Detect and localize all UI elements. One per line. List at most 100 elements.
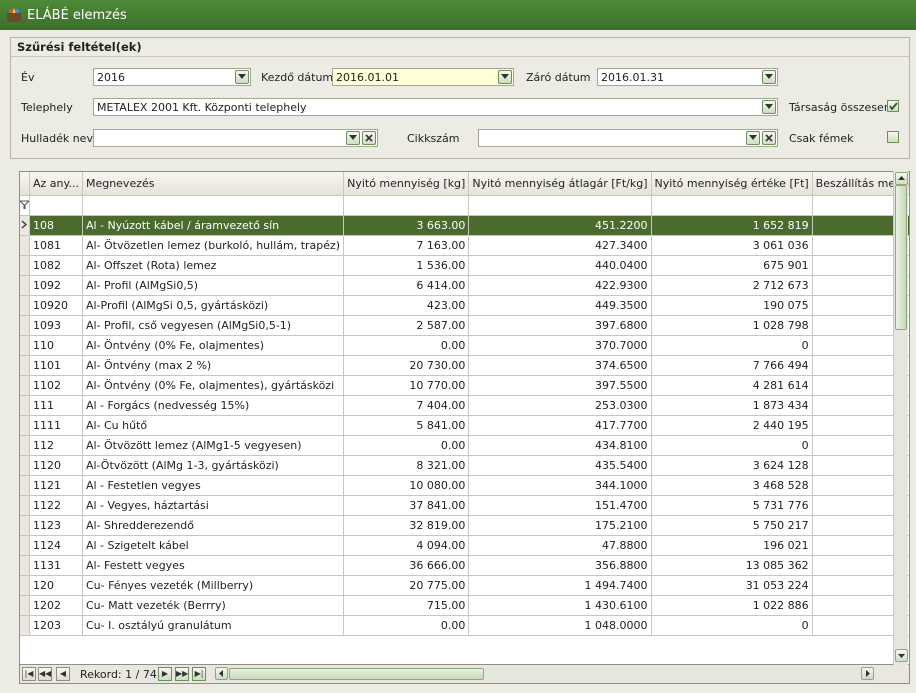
scroll-right-button[interactable] [861,667,874,680]
row-indicator[interactable] [20,435,30,456]
grid-cell[interactable]: Al - Forgács (nedvesség 15%) [82,395,345,416]
table-row[interactable]: 1102 Al- Öntvény (0% Fe, olajmentes), gyá… [20,375,909,396]
grid-cell[interactable]: 120 [29,575,83,596]
row-indicator[interactable] [20,615,30,636]
grid-cell[interactable]: 1082 [29,255,83,276]
grid-cell[interactable]: Al - Szigetelt kábel [82,535,345,556]
grid-cell[interactable]: 434.8100 [468,435,652,456]
grid-cell[interactable]: 1 536.00 [343,255,470,276]
grid-cell[interactable]: Cu- Matt vezeték (Berrry) [82,595,345,616]
grid-cell[interactable]: 675 901 [651,255,813,276]
grid-cell[interactable]: Al- Öntvény (0% Fe, olajmentes) [82,335,345,356]
hulladek-neve-combo[interactable] [93,129,378,147]
grid-cell[interactable]: 47.8800 [468,535,652,556]
grid-cell[interactable]: Al - Vegyes, háztartási [82,495,345,516]
filter-cell[interactable] [343,195,470,216]
grid-cell[interactable]: 1122 [29,495,83,516]
grid-cell[interactable]: 1124 [29,535,83,556]
row-indicator[interactable] [20,455,30,476]
table-row[interactable]: 10920 Al-Profil (AlMgSi 0,5, gyártásközi)… [20,295,909,316]
grid-cell[interactable]: 3 663.00 [343,215,470,236]
grid-cell[interactable]: 196 021 [651,535,813,556]
grid-cell[interactable]: 1131 [29,555,83,576]
grid-cell[interactable]: 10 080.00 [343,475,470,496]
grid-cell[interactable]: Al- Offszet (Rota) lemez [82,255,345,276]
grid-cell[interactable]: 5 731 776 [651,495,813,516]
kezdo-datum-dropdown-button[interactable] [498,70,512,84]
grid-cell[interactable]: 2 440 195 [651,415,813,436]
kezdo-datum-combo[interactable]: 2016.01.01 [332,68,514,86]
prev-record-button[interactable]: ◀ [56,667,70,681]
grid-cell[interactable]: 151.4700 [468,495,652,516]
grid-cell[interactable]: 0.00 [343,335,470,356]
grid-cell[interactable]: 36 666.00 [343,555,470,576]
ev-combo[interactable]: 2016 [93,68,251,86]
table-row[interactable]: 1081 Al- Ötvözetlen lemez (burkoló, hullá… [20,235,909,256]
grid-cell[interactable]: 356.8800 [468,555,652,576]
row-indicator[interactable] [20,375,30,396]
grid-cell[interactable]: 1081 [29,235,83,256]
row-indicator[interactable] [20,595,30,616]
row-indicator[interactable] [20,315,30,336]
column-header-nyito-atlagar[interactable]: Nyitó mennyiség átlagár [Ft/kg] [468,172,652,196]
last-record-button[interactable]: ▶| [192,667,206,681]
tarsasag-osszesen-checkbox[interactable] [887,100,899,112]
table-row[interactable]: 1203 Cu- I. osztályú granulátum 0.00 1 048.… [20,615,909,636]
row-indicator[interactable] [20,575,30,596]
table-row[interactable]: 1111 Al- Cu hűtő 5 841.00 417.7700 2 440 195… [20,415,909,436]
grid-cell[interactable]: 13 085 362 [651,555,813,576]
next-page-button[interactable]: ▶▶ [175,667,189,681]
horizontal-scroll-thumb[interactable] [229,668,484,680]
grid-cell[interactable]: 1093 [29,315,83,336]
grid-cell[interactable]: Al- Öntvény (max 2 %) [82,355,345,376]
grid-cell[interactable]: 1 494.7400 [468,575,652,596]
grid-cell[interactable]: Al-Ötvözött (AlMg 1-3, gyártásközi) [82,455,345,476]
grid-cell[interactable]: 37 841.00 [343,495,470,516]
grid-cell[interactable]: 1 022 886 [651,595,813,616]
grid-cell[interactable]: 3 468 528 [651,475,813,496]
grid-cell[interactable]: Al- Öntvény (0% Fe, olajmentes), gyártás… [82,375,345,396]
grid-cell[interactable]: 7 404.00 [343,395,470,416]
grid-cell[interactable]: Cu- Fényes vezeték (Millberry) [82,575,345,596]
grid-cell[interactable]: 7 766 494 [651,355,813,376]
grid-cell[interactable]: 5 841.00 [343,415,470,436]
grid-cell[interactable]: Al- Profil, cső vegyesen (AlMgSi0,5-1) [82,315,345,336]
grid-cell[interactable]: 1123 [29,515,83,536]
grid-cell[interactable]: 4 094.00 [343,535,470,556]
row-indicator[interactable] [20,495,30,516]
filter-cell[interactable] [468,195,652,216]
grid-cell[interactable]: 110 [29,335,83,356]
column-header-nyito-mennyiseg[interactable]: Nyitó mennyiség [kg] [343,172,470,196]
table-row[interactable]: 1082 Al- Offszet (Rota) lemez 1 536.00 440.… [20,255,909,276]
grid-cell[interactable]: 111 [29,395,83,416]
prev-page-button[interactable]: ◀◀ [38,667,52,681]
grid-cell[interactable]: Al- Festett vegyes [82,555,345,576]
next-record-button[interactable]: ▶ [158,667,172,681]
grid-cell[interactable]: Al- Cu hűtő [82,415,345,436]
grid-cell[interactable]: 715.00 [343,595,470,616]
grid-cell[interactable]: 0 [651,615,813,636]
row-indicator[interactable] [20,335,30,356]
hulladek-dropdown-button[interactable] [346,131,360,145]
table-row[interactable]: 120 Cu- Fényes vezeték (Millberry) 20 775.… [20,575,909,596]
grid-cell[interactable]: 108 [29,215,83,236]
row-indicator[interactable] [20,295,30,316]
grid-cell[interactable]: 435.5400 [468,455,652,476]
grid-cell[interactable]: 427.3400 [468,235,652,256]
cikkszam-clear-button[interactable] [762,131,776,145]
grid-cell[interactable]: Al- Shredderezendő [82,515,345,536]
filter-cell[interactable] [651,195,813,216]
grid-cell[interactable]: 1121 [29,475,83,496]
grid-cell[interactable]: 422.9300 [468,275,652,296]
row-indicator[interactable] [20,415,30,436]
table-row[interactable]: 1131 Al- Festett vegyes 36 666.00 356.8800 1… [20,555,909,576]
grid-cell[interactable]: 1 028 798 [651,315,813,336]
grid-cell[interactable]: 1120 [29,455,83,476]
column-header-nyito-ertek[interactable]: Nyitó mennyiség értéke [Ft] [651,172,813,196]
grid-cell[interactable]: Al - Festetlen vegyes [82,475,345,496]
scroll-down-button[interactable] [895,649,908,662]
grid-cell[interactable]: 10920 [29,295,83,316]
grid-cell[interactable]: 20 775.00 [343,575,470,596]
vertical-scrollbar[interactable] [893,171,908,665]
grid-cell[interactable]: 2 712 673 [651,275,813,296]
